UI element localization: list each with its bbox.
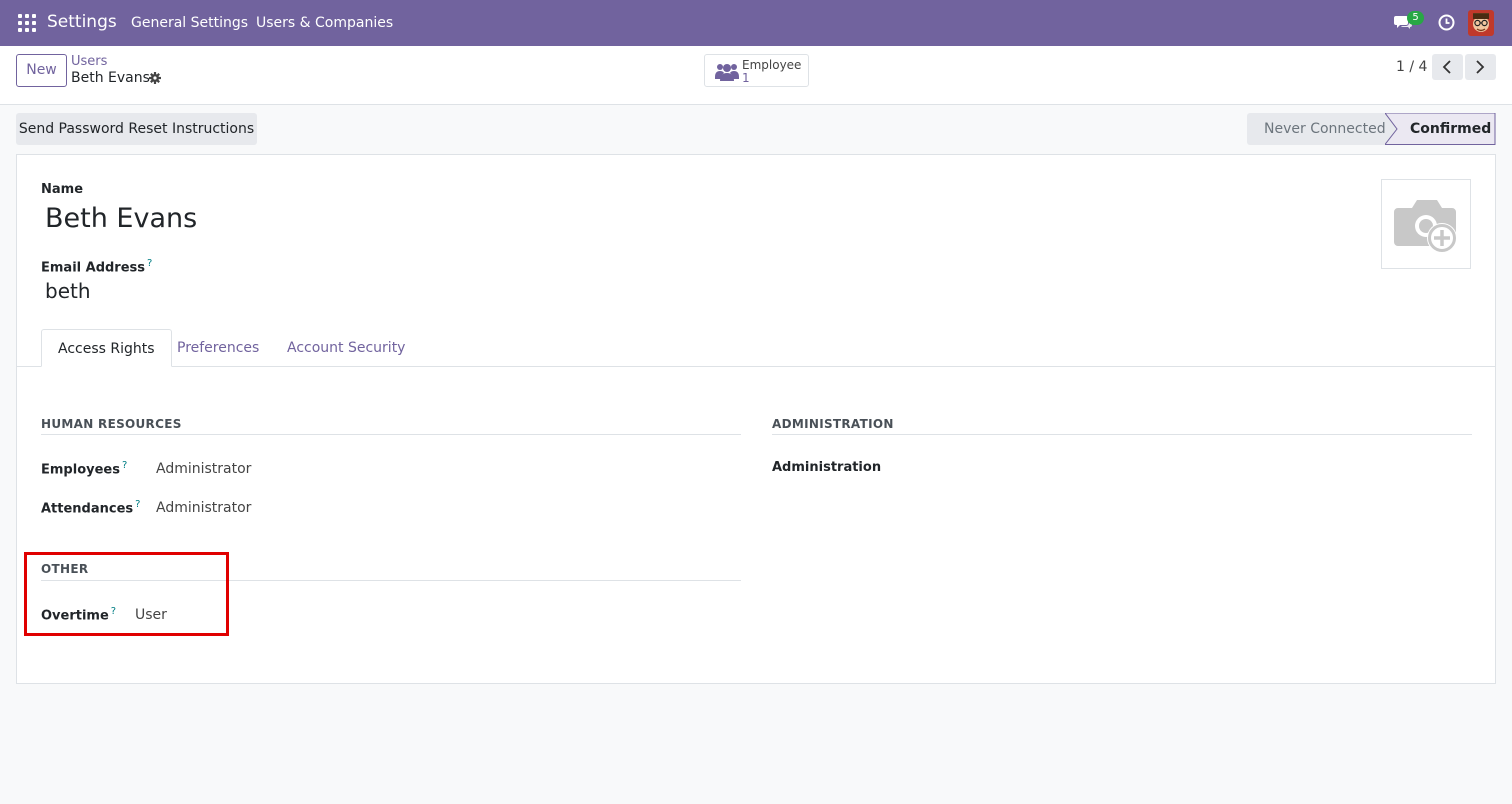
employees-label: Employees?	[41, 460, 127, 477]
app-name[interactable]: Settings	[47, 12, 117, 32]
chevron-left-icon	[1442, 60, 1451, 74]
employees-label-text: Employees	[41, 462, 120, 478]
gear-icon[interactable]	[149, 72, 161, 84]
send-password-reset-button[interactable]: Send Password Reset Instructions	[16, 113, 257, 145]
help-icon[interactable]: ?	[122, 460, 127, 471]
new-button[interactable]: New	[16, 54, 67, 87]
attendances-field[interactable]: Administrator	[156, 500, 251, 516]
email-label: Email Address?	[41, 258, 152, 275]
status-never-connected[interactable]: Never Connected	[1247, 113, 1402, 145]
camera-plus-icon	[1394, 200, 1457, 253]
employees-field[interactable]: Administrator	[156, 461, 251, 477]
name-field[interactable]: Beth Evans	[45, 203, 197, 234]
tab-preferences[interactable]: Preferences	[161, 329, 275, 367]
chevron-right-icon	[1476, 60, 1485, 74]
status-confirmed[interactable]: Confirmed	[1388, 113, 1496, 145]
employee-smart-button[interactable]: Employee 1	[704, 54, 809, 87]
status-bar: Never Connected Confirmed	[1247, 113, 1496, 145]
smart-button-label: Employee	[742, 58, 802, 72]
users-icon	[715, 64, 739, 81]
email-field[interactable]: beth	[45, 279, 91, 303]
section-human-resources: HUMAN RESOURCES	[41, 417, 182, 431]
clock-icon[interactable]	[1438, 14, 1455, 31]
breadcrumb-current: Beth Evans	[71, 70, 150, 86]
menu-general-settings[interactable]: General Settings	[131, 15, 248, 31]
administration-label: Administration	[772, 460, 882, 475]
smart-button-count: 1	[742, 71, 750, 85]
attendances-label: Attendances?	[41, 499, 140, 516]
menu-users-companies[interactable]: Users & Companies	[256, 15, 393, 31]
tab-access-rights[interactable]: Access Rights	[41, 329, 172, 367]
pager-value[interactable]: 1 / 4	[1396, 59, 1427, 75]
section-administration: ADMINISTRATION	[772, 417, 894, 431]
pager-previous-button[interactable]	[1432, 54, 1463, 80]
chat-count-badge: 5	[1407, 11, 1424, 25]
top-navbar: Settings General Settings Users & Compan…	[0, 0, 1512, 46]
tab-account-security[interactable]: Account Security	[271, 329, 421, 367]
pager-next-button[interactable]	[1465, 54, 1496, 80]
user-avatar[interactable]	[1468, 10, 1494, 36]
control-panel: New Users Beth Evans Employee 1 1 / 4	[0, 46, 1512, 105]
highlight-box	[24, 552, 229, 636]
form-sheet: Name Beth Evans Email Address? beth Acce…	[16, 154, 1496, 684]
avatar-upload[interactable]	[1381, 179, 1471, 269]
help-icon[interactable]: ?	[135, 499, 140, 510]
status-confirmed-label: Confirmed	[1410, 121, 1492, 137]
help-icon[interactable]: ?	[147, 258, 152, 269]
name-label: Name	[41, 182, 84, 197]
apps-menu-icon[interactable]	[18, 14, 36, 32]
email-label-text: Email Address	[41, 260, 146, 276]
section-divider	[41, 434, 741, 435]
attendances-label-text: Attendances	[41, 501, 134, 517]
breadcrumb-users-link[interactable]: Users	[71, 54, 107, 69]
section-divider	[772, 434, 1472, 435]
